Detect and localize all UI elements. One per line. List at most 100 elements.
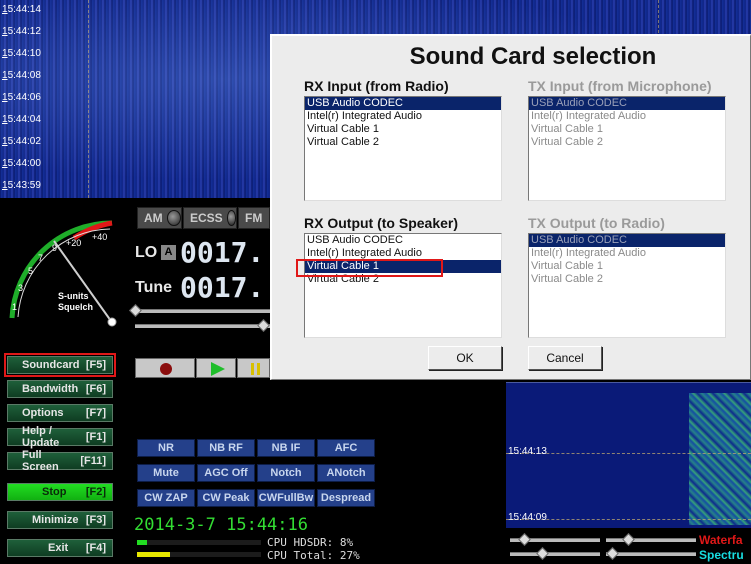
list-item[interactable]: Virtual Cable 2 bbox=[305, 136, 501, 149]
record-button[interactable] bbox=[135, 358, 195, 378]
list-item[interactable]: Virtual Cable 2 bbox=[529, 273, 725, 286]
list-item[interactable]: Intel(r) Integrated Audio bbox=[529, 247, 725, 260]
nb-if-button[interactable]: NB IF bbox=[257, 439, 315, 457]
play-button[interactable] bbox=[196, 358, 236, 378]
list-item[interactable]: Virtual Cable 2 bbox=[529, 136, 725, 149]
slider-thumb[interactable] bbox=[536, 547, 549, 560]
cpu-total-text: CPU Total: 27% bbox=[267, 549, 360, 562]
cw-peak-button[interactable]: CW Peak bbox=[197, 489, 255, 507]
pause-button[interactable] bbox=[237, 358, 270, 378]
afc-button[interactable]: AFC bbox=[317, 439, 375, 457]
list-item[interactable]: USB Audio CODEC bbox=[305, 234, 501, 247]
despread-button[interactable]: Despread bbox=[317, 489, 375, 507]
tx-input-list[interactable]: USB Audio CODEC Intel(r) Integrated Audi… bbox=[528, 96, 726, 201]
mode-label: AM bbox=[144, 211, 163, 225]
anotch-button[interactable]: ANotch bbox=[317, 464, 375, 482]
slider-thumb[interactable] bbox=[606, 547, 619, 560]
smeter-scale: 5 bbox=[28, 266, 33, 276]
cw-zap-button[interactable]: CW ZAP bbox=[137, 489, 195, 507]
time-label: 15:43:59 bbox=[2, 180, 41, 191]
time-label: 15:44:06 bbox=[2, 92, 41, 103]
rx-output-list[interactable]: USB Audio CODEC Intel(r) Integrated Audi… bbox=[304, 233, 502, 338]
minimize-button[interactable]: Minimize [F3] bbox=[7, 511, 113, 529]
mode-ecss-button[interactable]: ECSS bbox=[183, 207, 237, 229]
tx-output-list[interactable]: USB Audio CODEC Intel(r) Integrated Audi… bbox=[528, 233, 726, 338]
cw-fullbw-button[interactable]: CWFullBw bbox=[257, 489, 315, 507]
list-item[interactable]: Virtual Cable 1 bbox=[529, 123, 725, 136]
vfo-a-indicator[interactable]: A bbox=[161, 245, 176, 260]
smeter-scale: 3 bbox=[18, 283, 23, 293]
time-label: 15:44:10 bbox=[2, 48, 41, 59]
knob-icon bbox=[166, 210, 181, 226]
spectrum-waterfall[interactable]: 15:44:13 15:44:09 bbox=[506, 382, 751, 528]
agc-off-button[interactable]: AGC Off bbox=[197, 464, 255, 482]
button-label: Stop bbox=[42, 486, 67, 498]
button-label: Help / Update bbox=[22, 425, 60, 449]
waterfall-marker bbox=[88, 0, 89, 198]
nr-button[interactable]: NR bbox=[137, 439, 195, 457]
time-label: 15:44:04 bbox=[2, 114, 41, 125]
exit-button[interactable]: Exit [F4] bbox=[7, 539, 113, 557]
mute-button[interactable]: Mute bbox=[137, 464, 195, 482]
tx-output-label: TX Output (to Radio) bbox=[528, 215, 665, 231]
datetime-display: 2014-3-7 15:44:16 bbox=[134, 515, 308, 535]
time-label: 15:44:09 bbox=[508, 512, 547, 523]
stop-button[interactable]: Stop [F2] bbox=[7, 483, 113, 501]
shortcut-key: [F5] bbox=[85, 359, 106, 371]
list-item[interactable]: Intel(r) Integrated Audio bbox=[305, 110, 501, 123]
mode-am-button[interactable]: AM bbox=[137, 207, 182, 229]
cpu-total-bar bbox=[137, 552, 171, 557]
squelch-label: Squelch bbox=[58, 302, 93, 312]
smeter-scale: +20 bbox=[66, 238, 81, 248]
list-item[interactable]: USB Audio CODEC bbox=[305, 97, 501, 110]
cpu-hdsdr-text: CPU HDSDR: 8% bbox=[267, 536, 354, 549]
lo-label: LO bbox=[135, 244, 158, 261]
soundcard-button[interactable]: Soundcard [F5] bbox=[4, 353, 116, 377]
slider-track[interactable] bbox=[606, 538, 696, 542]
pause-icon bbox=[251, 363, 260, 375]
options-button[interactable]: Options [F7] bbox=[7, 404, 113, 422]
shortcut-key: [F7] bbox=[85, 407, 106, 419]
s-meter-gauge[interactable]: 1 3 5 7 9 +20 +40 S-units Squelch bbox=[4, 213, 128, 333]
mode-fm-button[interactable]: FM bbox=[238, 207, 270, 229]
slider-track[interactable] bbox=[510, 552, 600, 556]
slider-track[interactable] bbox=[606, 552, 696, 556]
ok-button[interactable]: OK bbox=[428, 346, 502, 370]
record-icon bbox=[160, 363, 172, 375]
list-item[interactable]: Virtual Cable 1 bbox=[529, 260, 725, 273]
notch-button[interactable]: Notch bbox=[257, 464, 315, 482]
slider-thumb[interactable] bbox=[622, 533, 635, 546]
cpu-hdsdr-bar bbox=[137, 540, 147, 545]
mode-label: ECSS bbox=[190, 211, 223, 225]
slider-thumb[interactable] bbox=[518, 533, 531, 546]
tune-label: Tune bbox=[135, 279, 173, 296]
bandwidth-button[interactable]: Bandwidth [F6] bbox=[7, 380, 113, 398]
list-item[interactable]: USB Audio CODEC bbox=[529, 97, 725, 110]
list-item[interactable]: Virtual Cable 1 bbox=[305, 123, 501, 136]
rx-input-label: RX Input (from Radio) bbox=[304, 78, 449, 94]
cpu-hdsdr-bar-track bbox=[137, 540, 261, 545]
shortcut-key: [F1] bbox=[85, 431, 106, 443]
smeter-scale: 9 bbox=[52, 243, 57, 253]
slider-track[interactable] bbox=[135, 324, 270, 328]
slider-track[interactable] bbox=[135, 309, 270, 313]
play-icon bbox=[211, 362, 225, 376]
full-screen-button[interactable]: Full Screen [F11] bbox=[7, 449, 113, 473]
nb-rf-button[interactable]: NB RF bbox=[197, 439, 255, 457]
button-label: Bandwidth bbox=[22, 383, 79, 395]
lo-frequency-display[interactable]: 0017. bbox=[180, 236, 264, 269]
time-label: 15:44:02 bbox=[2, 136, 41, 147]
waterfall-legend: Waterfa bbox=[699, 533, 743, 547]
tune-frequency-display[interactable]: 0017. bbox=[180, 271, 264, 304]
time-label: 15:44:12 bbox=[2, 26, 41, 37]
help-update-button[interactable]: Help / Update [F1] bbox=[7, 425, 113, 449]
signal-trace bbox=[689, 393, 751, 525]
list-item[interactable]: Intel(r) Integrated Audio bbox=[529, 110, 725, 123]
cancel-button[interactable]: Cancel bbox=[528, 346, 602, 370]
shortcut-key: [F11] bbox=[80, 455, 106, 467]
dialog-title: Sound Card selection bbox=[409, 43, 657, 70]
list-item[interactable]: USB Audio CODEC bbox=[529, 234, 725, 247]
smeter-scale: 1 bbox=[12, 302, 17, 312]
button-label: Full Screen bbox=[22, 449, 59, 473]
rx-input-list[interactable]: USB Audio CODEC Intel(r) Integrated Audi… bbox=[304, 96, 502, 201]
